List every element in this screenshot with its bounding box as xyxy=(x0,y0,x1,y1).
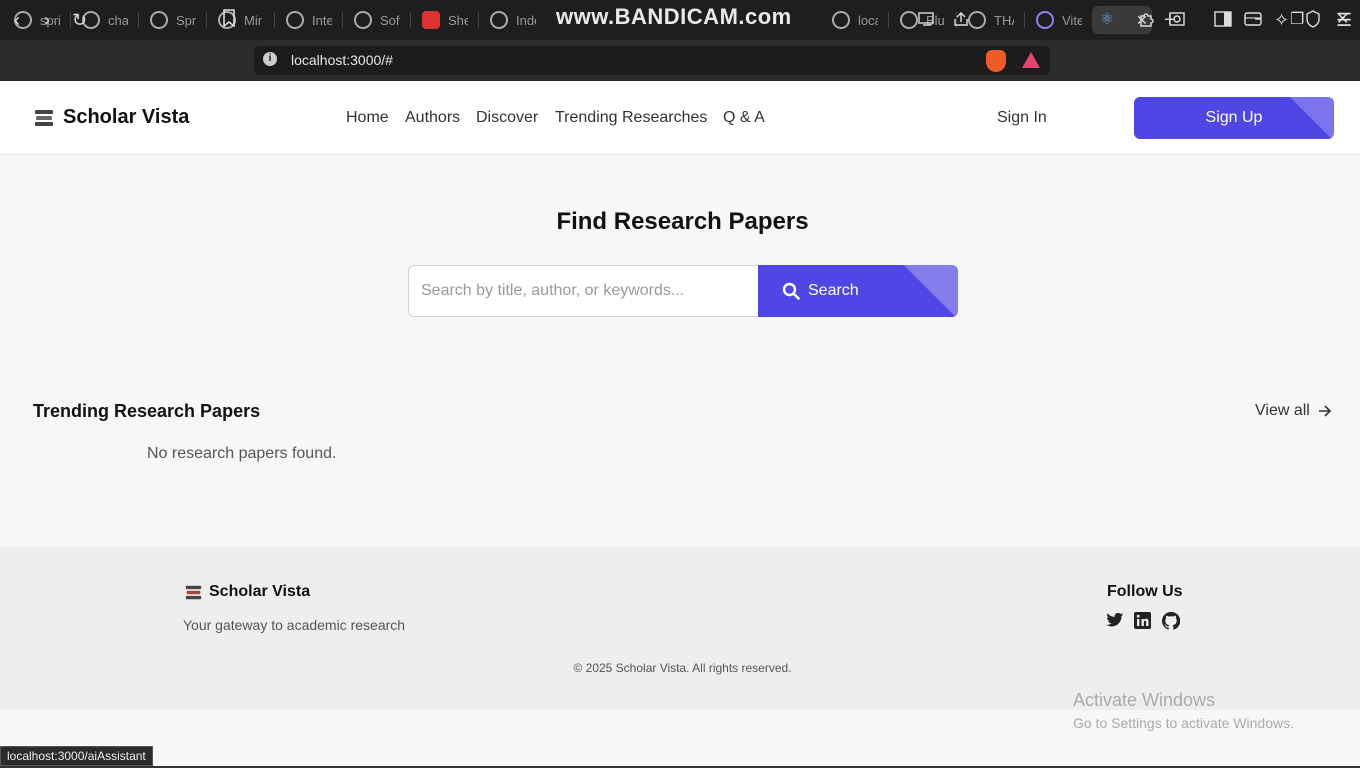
tab-separator xyxy=(70,12,71,28)
tab-separator xyxy=(274,12,275,28)
tab-separator xyxy=(342,12,343,28)
browser-tab[interactable]: THA xyxy=(962,6,1020,34)
follow-us-heading: Follow Us xyxy=(1107,583,1183,600)
share-icon[interactable] xyxy=(952,10,970,32)
link-status-bar: localhost:3000/aiAssistant xyxy=(0,746,153,766)
tab-separator xyxy=(478,12,479,28)
screenshot-icon[interactable] xyxy=(1168,10,1186,33)
sidebar-icon[interactable] xyxy=(1214,10,1232,32)
activate-windows-title: Activate Windows xyxy=(1073,690,1216,710)
nav-link-qa[interactable]: Q & A xyxy=(723,109,765,127)
bookmark-icon[interactable] xyxy=(222,9,236,32)
tab-separator xyxy=(410,12,411,28)
sign-in-link[interactable]: Sign In xyxy=(997,109,1047,127)
activate-windows-subtitle: Go to Settings to activate Windows. xyxy=(1073,715,1294,731)
arrow-right-icon xyxy=(1318,405,1331,417)
browser-tab[interactable]: Spr xyxy=(144,6,202,34)
back-icon[interactable]: ‹ xyxy=(14,9,20,31)
nav-link-discover[interactable]: Discover xyxy=(476,109,538,127)
search-icon xyxy=(782,282,800,300)
site-favicon-icon xyxy=(832,11,850,29)
site-favicon-icon xyxy=(490,11,508,29)
site-favicon-icon xyxy=(286,11,304,29)
brand-name[interactable]: Scholar Vista xyxy=(63,106,189,129)
browser-tab[interactable]: loca xyxy=(826,6,884,34)
brave-rewards-icon[interactable] xyxy=(1022,52,1040,68)
browser-tab[interactable]: Vite xyxy=(1030,6,1088,34)
tab-separator xyxy=(138,12,139,28)
tab-separator xyxy=(206,12,207,28)
install-app-icon[interactable] xyxy=(918,10,936,32)
site-favicon-icon xyxy=(900,11,918,29)
forward-icon[interactable]: › xyxy=(44,9,50,31)
browser-tab[interactable]: Inde xyxy=(484,6,542,34)
nav-link-authors[interactable]: Authors xyxy=(405,109,460,127)
browser-tab[interactable]: Soft xyxy=(348,6,406,34)
browser-tab[interactable]: Inte xyxy=(280,6,338,34)
search-button-label: Search xyxy=(808,282,859,299)
books-logo-icon xyxy=(185,584,202,601)
browser-tab-strip: spri cha Spr Mir Inte Soft She Inde www.… xyxy=(0,0,1360,40)
site-favicon-icon xyxy=(968,11,986,29)
hero-title: Find Research Papers xyxy=(556,208,809,235)
browser-tab[interactable]: She xyxy=(416,6,474,34)
youtube-favicon-icon xyxy=(422,11,440,29)
linkedin-icon[interactable] xyxy=(1134,612,1152,630)
vpn-icon[interactable] xyxy=(1305,10,1321,33)
address-text[interactable]: localhost:3000/# xyxy=(291,52,393,68)
react-favicon-icon: ⚛ xyxy=(1099,11,1115,28)
copyright-text: © 2025 Scholar Vista. All rights reserve… xyxy=(573,661,792,675)
sign-up-label: Sign Up xyxy=(1205,109,1263,126)
browser-tab[interactable]: Mir xyxy=(212,6,270,34)
reload-icon[interactable]: ↻ xyxy=(72,9,87,31)
tab-separator xyxy=(1024,12,1025,28)
view-all-link[interactable]: View all xyxy=(1255,402,1332,420)
menu-icon[interactable]: ☰ xyxy=(1336,9,1352,31)
site-favicon-icon xyxy=(354,11,372,29)
books-logo-icon[interactable] xyxy=(34,108,54,128)
nav-link-home[interactable]: Home xyxy=(346,109,389,127)
search-input[interactable] xyxy=(408,265,758,317)
footer-tagline: Your gateway to academic research xyxy=(183,617,406,633)
sign-up-button[interactable]: Sign Up xyxy=(1134,97,1334,139)
empty-state-message: No research papers found. xyxy=(147,445,337,462)
search-button[interactable]: Search xyxy=(758,265,958,317)
footer-brand: Scholar Vista xyxy=(209,583,311,600)
site-favicon-icon xyxy=(150,11,168,29)
trending-title: Trending Research Papers xyxy=(33,401,261,421)
github-icon[interactable] xyxy=(1161,611,1181,630)
brave-shield-icon[interactable] xyxy=(986,50,1006,72)
nav-link-trending[interactable]: Trending Researches xyxy=(555,109,707,127)
twitter-icon[interactable] xyxy=(1106,612,1124,630)
tab-separator xyxy=(888,12,889,28)
site-info-icon[interactable]: i xyxy=(263,52,277,66)
restore-icon[interactable]: ❐ xyxy=(1290,9,1304,29)
bandicam-watermark: www.BANDICAM.com xyxy=(556,4,792,29)
wallet-icon[interactable] xyxy=(1244,10,1262,32)
leo-ai-icon[interactable]: ✧ xyxy=(1274,9,1289,31)
vite-favicon-icon xyxy=(1036,11,1054,29)
view-all-label: View all xyxy=(1255,402,1310,419)
extensions-icon[interactable] xyxy=(1138,10,1156,33)
